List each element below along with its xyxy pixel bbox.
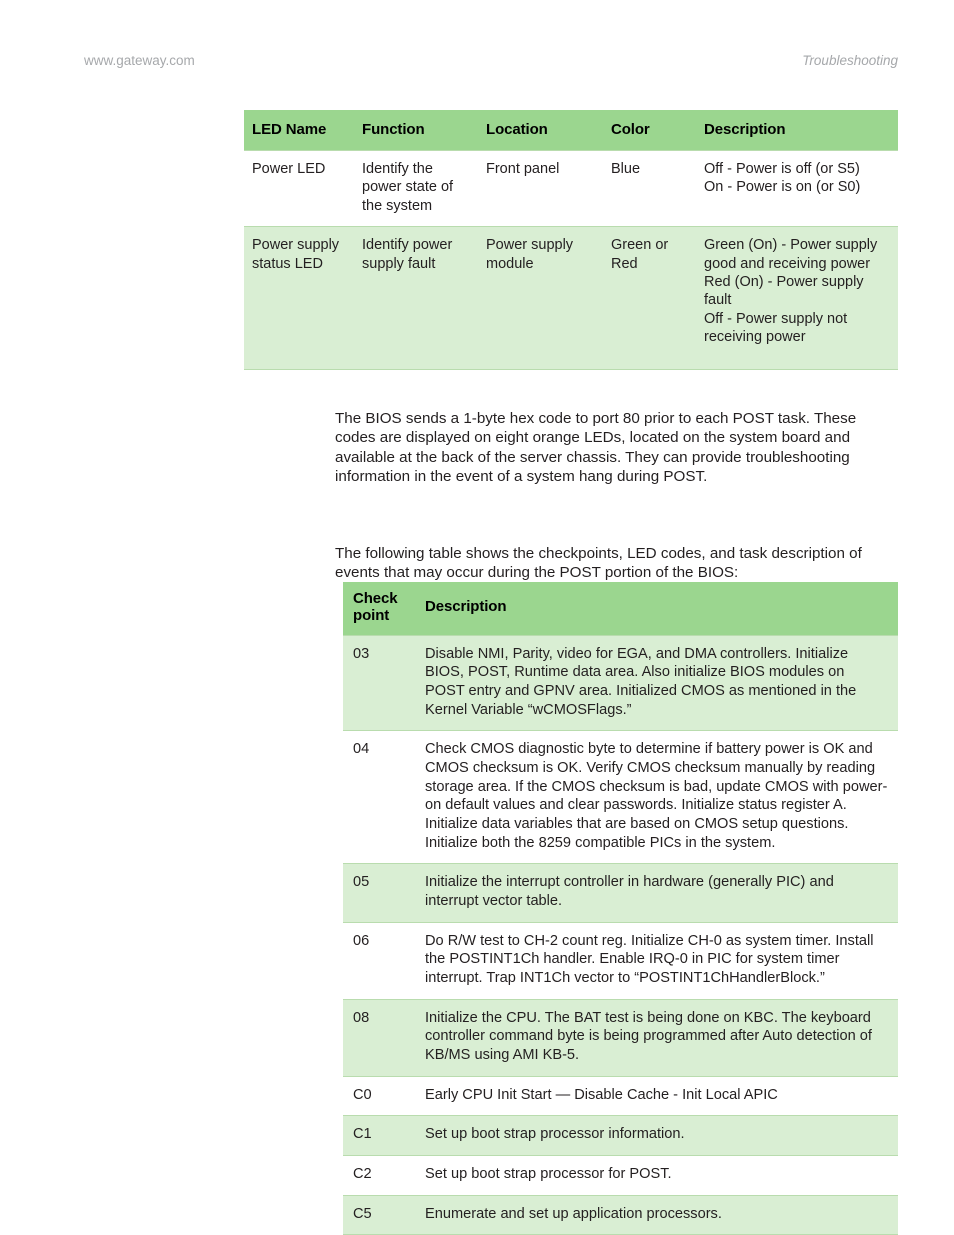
table-row: 05 Initialize the interrupt controller i…	[343, 863, 898, 923]
cell-checkpoint-code: 04	[343, 730, 415, 864]
description-line: Off - Power is off (or S5)	[704, 161, 860, 178]
table-row: 06 Do R/W test to CH-2 count reg. Initia…	[343, 921, 898, 1000]
description-line: On - Power is on (or S0)	[704, 179, 861, 196]
cell-checkpoint-code: 08	[343, 998, 415, 1077]
cell-color: Green or Red	[603, 226, 696, 370]
cell-led-name: Power LED	[244, 150, 354, 227]
table-row: Power LED Identify the power state of th…	[244, 150, 898, 227]
cell-checkpoint-description: Initialize the CPU. The BAT test is bein…	[415, 998, 898, 1077]
cell-checkpoint-code: C1	[343, 1115, 415, 1156]
cell-checkpoint-code: C0	[343, 1075, 415, 1116]
cell-color: Blue	[603, 150, 696, 227]
column-header-function: Function	[354, 110, 478, 151]
description-line: Green (On) - Power supply good and recei…	[704, 237, 878, 272]
led-table: LED Name Function Location Color Descrip…	[244, 110, 898, 370]
table-row: C1 Set up boot strap processor informati…	[343, 1115, 898, 1156]
cell-checkpoint-code: 06	[343, 921, 415, 1000]
table-row: 03 Disable NMI, Parity, video for EGA, a…	[343, 634, 898, 731]
cell-location: Front panel	[478, 150, 603, 227]
cell-checkpoint-code: C2	[343, 1155, 415, 1196]
description-line: Off - Power supply not receiving power	[704, 310, 848, 346]
cell-checkpoint-description: Early CPU Init Start — Disable Cache - I…	[415, 1075, 898, 1116]
column-header-led-name: LED Name	[244, 110, 354, 151]
cell-checkpoint-code: 03	[343, 634, 415, 731]
page-header: www.gateway.com Troubleshooting	[84, 50, 898, 70]
cell-checkpoint-description: Set up boot strap processor information.	[415, 1115, 898, 1156]
table-row: C2 Set up boot strap processor for POST.	[343, 1155, 898, 1196]
column-header-checkpoint: Check point	[343, 582, 415, 636]
cell-checkpoint-code: C5	[343, 1194, 415, 1235]
cell-description: Off - Power is off (or S5) On - Power is…	[696, 150, 898, 227]
description-line: Red (On) - Power supply fault	[704, 274, 864, 309]
checkpoint-table: Check point Description 03 Disable NMI, …	[343, 582, 898, 1235]
column-header-color: Color	[603, 110, 696, 151]
cell-location: Power supply module	[478, 226, 603, 370]
cell-checkpoint-code: 05	[343, 863, 415, 923]
cell-function: Identify the power state of the system	[354, 150, 478, 227]
cell-checkpoint-description: Initialize the interrupt controller in h…	[415, 863, 898, 923]
cell-checkpoint-description: Set up boot strap processor for POST.	[415, 1155, 898, 1196]
section-title: Troubleshooting	[802, 52, 898, 68]
cell-description: Green (On) - Power supply good and recei…	[696, 226, 898, 370]
column-header-description: Description	[415, 582, 898, 636]
paragraph-bios-post-codes: The BIOS sends a 1-byte hex code to port…	[335, 410, 857, 486]
led-table-header-row: LED Name Function Location Color Descrip…	[244, 110, 898, 151]
cell-function: Identify power supply fault	[354, 226, 478, 370]
table-row: C5 Enumerate and set up application proc…	[343, 1194, 898, 1235]
checkpoint-table-header-row: Check point Description	[343, 582, 898, 636]
column-header-checkpoint-line1: Check	[353, 590, 398, 607]
cell-checkpoint-description: Disable NMI, Parity, video for EGA, and …	[415, 634, 898, 731]
column-header-location: Location	[478, 110, 603, 151]
cell-checkpoint-description: Check CMOS diagnostic byte to determine …	[415, 730, 898, 864]
table-row: 04 Check CMOS diagnostic byte to determi…	[343, 730, 898, 864]
column-header-checkpoint-line2: point	[353, 606, 390, 624]
table-row: 08 Initialize the CPU. The BAT test is b…	[343, 998, 898, 1077]
table-row: C0 Early CPU Init Start — Disable Cache …	[343, 1075, 898, 1116]
cell-checkpoint-description: Do R/W test to CH-2 count reg. Initializ…	[415, 921, 898, 1000]
site-url: www.gateway.com	[84, 52, 195, 68]
paragraph-table-intro: The following table shows the checkpoint…	[335, 545, 862, 582]
table-row: Power supply status LED Identify power s…	[244, 226, 898, 370]
column-header-description: Description	[696, 110, 898, 151]
cell-checkpoint-description: Enumerate and set up application process…	[415, 1194, 898, 1235]
cell-led-name: Power supply status LED	[244, 226, 354, 370]
